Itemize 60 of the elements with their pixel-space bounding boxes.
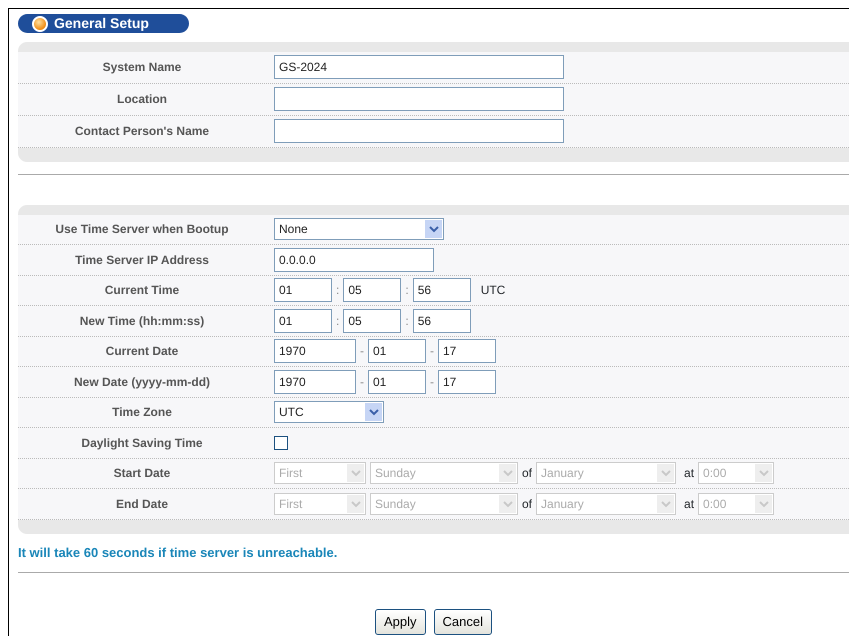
text-field[interactable]: 01 xyxy=(368,370,426,394)
info-note: It will take 60 seconds if time server is unreachable. xyxy=(18,544,338,562)
unit-label: UTC xyxy=(480,282,506,300)
field-label: Location xyxy=(116,91,168,108)
field-label: Use Time Server when Bootup xyxy=(54,221,230,238)
connector-text: at xyxy=(684,465,694,482)
text-field[interactable]: GS-2024 xyxy=(274,55,564,79)
separator: - xyxy=(430,343,434,360)
chevron-down-icon xyxy=(657,464,674,482)
text-field[interactable] xyxy=(274,87,564,111)
field-label: Current Date xyxy=(104,343,180,360)
connector-text: at xyxy=(684,496,694,513)
text-field[interactable]: 1970 xyxy=(274,370,356,394)
field-label: Start Date xyxy=(112,465,172,482)
chevron-down-icon xyxy=(755,494,772,513)
text-field[interactable]: 1970 xyxy=(274,339,356,364)
text-field[interactable]: 01 xyxy=(368,339,426,364)
text-field[interactable]: 01 xyxy=(274,308,332,333)
apply-button[interactable]: Apply xyxy=(375,609,426,634)
chevron-down-icon xyxy=(425,220,442,238)
separator: : xyxy=(336,282,340,300)
separator: : xyxy=(336,312,340,330)
field-label: New Time (hh:mm:ss) xyxy=(78,312,206,330)
field-label: Contact Person's Name xyxy=(74,123,210,140)
field-label: End Date xyxy=(114,496,169,513)
text-field[interactable]: 17 xyxy=(438,370,496,394)
field-label: New Date (yyyy-mm-dd) xyxy=(72,374,212,391)
field-label: Daylight Saving Time xyxy=(80,434,204,452)
cancel-button[interactable]: Cancel xyxy=(434,609,492,634)
separator: : xyxy=(405,282,409,300)
text-field[interactable]: 05 xyxy=(343,278,402,302)
chevron-down-icon xyxy=(365,403,382,422)
field-label: Time Server IP Address xyxy=(74,252,210,269)
chevron-down-icon xyxy=(499,464,516,482)
chevron-down-icon xyxy=(347,494,364,513)
orb-icon xyxy=(32,16,48,32)
text-field[interactable]: 17 xyxy=(438,339,496,364)
text-field[interactable]: 01 xyxy=(274,278,332,302)
field-label: Time Zone xyxy=(111,404,173,422)
chevron-down-icon xyxy=(657,494,674,513)
connector-text: of xyxy=(522,496,532,513)
field-label: System Name xyxy=(102,59,182,76)
chevron-down-icon xyxy=(347,464,364,482)
dropdown[interactable]: None xyxy=(274,218,444,240)
chevron-down-icon xyxy=(755,464,772,482)
dropdown[interactable]: UTC xyxy=(274,401,384,424)
separator: - xyxy=(360,343,364,360)
text-field[interactable]: 05 xyxy=(343,308,402,333)
chevron-down-icon xyxy=(499,494,516,513)
text-field[interactable]: 56 xyxy=(412,308,471,333)
text-field[interactable]: 0.0.0.0 xyxy=(274,248,434,272)
checkbox[interactable] xyxy=(274,436,288,450)
connector-text: of xyxy=(522,465,532,482)
separator: - xyxy=(360,374,364,391)
field-label: Current Time xyxy=(104,282,180,300)
section-title: General Setup xyxy=(54,14,149,33)
separator: - xyxy=(430,374,434,391)
separator: : xyxy=(405,312,409,330)
text-field[interactable]: 56 xyxy=(412,278,471,302)
text-field[interactable] xyxy=(274,119,564,143)
